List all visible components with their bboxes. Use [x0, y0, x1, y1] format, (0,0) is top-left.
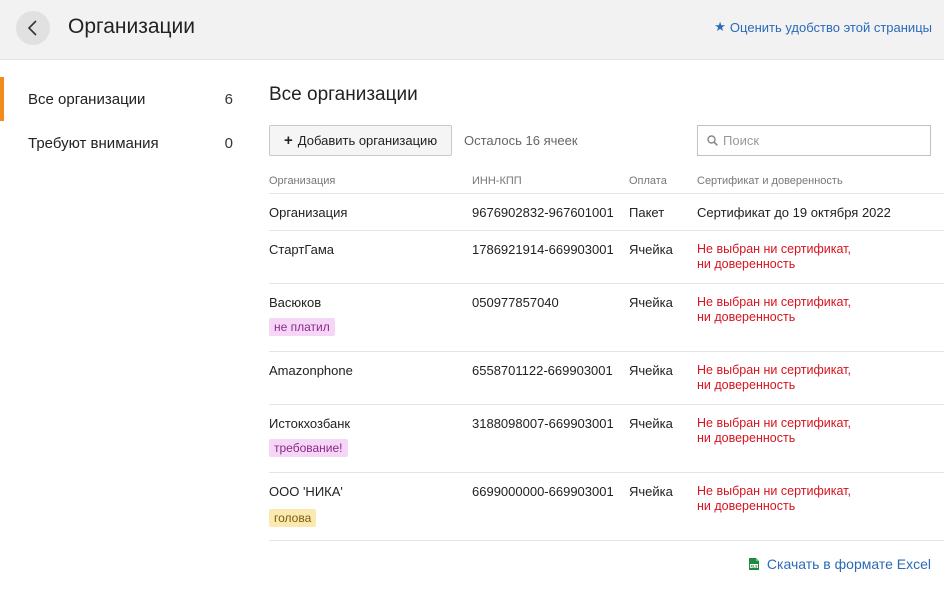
column-header-payment: Оплата [629, 175, 667, 187]
payment-type: Пакет [629, 205, 665, 220]
table-row[interactable]: ООО 'НИКА' голова 6699000000-669903001 Я… [269, 473, 944, 541]
table-header: Организация ИНН-КПП Оплата Сертификат и … [269, 167, 944, 194]
section-title: Все организации [269, 84, 418, 105]
certificate-status[interactable]: Не выбран ни сертификат, ни доверенность [697, 484, 851, 514]
sidebar-item-count: 0 [224, 134, 233, 152]
inn-kpp: 3188098007-669903001 [472, 416, 614, 431]
svg-text:XLS: XLS [750, 564, 758, 568]
search-icon [707, 135, 718, 146]
sidebar-item-need-attention[interactable]: Требуют внимания 0 [0, 121, 250, 165]
main-content: Все организации + Добавить организацию О… [269, 84, 944, 541]
sidebar-item-count: 6 [224, 90, 233, 108]
table-row[interactable]: Васюков не платил 050977857040 Ячейка Не… [269, 284, 944, 352]
status-badge: голова [269, 509, 317, 527]
certificate-status[interactable]: Не выбран ни сертификат, ни доверенность [697, 295, 851, 325]
payment-type: Ячейка [629, 363, 673, 378]
column-header-inn-kpp: ИНН-КПП [472, 175, 522, 187]
certificate-status[interactable]: Не выбран ни сертификат, ни доверенность [697, 363, 851, 393]
certificate-status: Сертификат до 19 октября 2022 [697, 205, 891, 220]
certificate-status-line1: Не выбран ни сертификат, [697, 295, 851, 309]
certificate-status-line2: ни доверенность [697, 431, 796, 445]
download-excel-link[interactable]: XLS Скачать в формате Excel [747, 556, 931, 572]
certificate-status-line2: ни доверенность [697, 499, 796, 513]
organization-name[interactable]: Amazonphone [269, 363, 353, 378]
certificate-status-line2: ни доверенность [697, 310, 796, 324]
organization-name[interactable]: ООО 'НИКА' [269, 484, 343, 499]
certificate-status-line1: Не выбран ни сертификат, [697, 363, 851, 377]
certificate-status[interactable]: Не выбран ни сертификат, ни доверенность [697, 416, 851, 446]
table-row[interactable]: Истокхозбанк требование! 3188098007-6699… [269, 405, 944, 473]
column-header-organization: Организация [269, 175, 336, 187]
organizations-table: Организация ИНН-КПП Оплата Сертификат и … [269, 167, 944, 541]
status-badge: требование! [269, 439, 348, 457]
organization-name[interactable]: СтартГама [269, 242, 334, 257]
back-button[interactable] [16, 11, 50, 45]
download-excel-label: Скачать в формате Excel [766, 556, 931, 572]
inn-kpp: 1786921914-669903001 [472, 242, 614, 257]
inn-kpp: 9676902832-967601001 [472, 205, 614, 220]
organization-name[interactable]: Организация [269, 205, 347, 220]
inn-kpp: 6558701122-669903001 [472, 363, 613, 378]
payment-type: Ячейка [629, 416, 673, 431]
sidebar: Все организации 6 Требуют внимания 0 [0, 77, 250, 165]
toolbar: + Добавить организацию Осталось 16 ячеек [269, 125, 944, 156]
plus-icon: + [284, 132, 293, 149]
certificate-status-line1: Не выбран ни сертификат, [697, 242, 851, 256]
organization-name[interactable]: Истокхозбанк [269, 416, 350, 431]
certificate-status-line1: Не выбран ни сертификат, [697, 484, 851, 498]
inn-kpp: 050977857040 [472, 295, 559, 310]
organization-name[interactable]: Васюков [269, 295, 321, 310]
remaining-cells-text: Осталось 16 ячеек [464, 133, 578, 148]
add-organization-label: Добавить организацию [297, 133, 438, 148]
certificate-status-line2: ни доверенность [697, 378, 796, 392]
inn-kpp: 6699000000-669903001 [472, 484, 614, 499]
add-organization-button[interactable]: + Добавить организацию [269, 125, 453, 156]
sidebar-item-label: Требуют внимания [28, 134, 159, 152]
top-bar: Организации ★ Оценить удобство этой стра… [0, 0, 944, 60]
search-input[interactable] [723, 133, 923, 148]
status-badge: не платил [269, 318, 335, 336]
chevron-left-icon [27, 20, 37, 36]
search-box[interactable] [697, 125, 931, 156]
column-header-certificate: Сертификат и доверенность [697, 175, 843, 187]
table-row[interactable]: Amazonphone 6558701122-669903001 Ячейка … [269, 352, 944, 405]
excel-file-icon: XLS [748, 558, 759, 570]
certificate-status-line2: ни доверенность [697, 257, 796, 271]
page-title: Организации [68, 15, 196, 38]
payment-type: Ячейка [629, 484, 673, 499]
certificate-status-line1: Не выбран ни сертификат, [697, 416, 851, 430]
sidebar-item-all-organizations[interactable]: Все организации 6 [0, 77, 250, 121]
rate-page-label: Оценить удобство этой страницы [729, 19, 932, 35]
payment-type: Ячейка [629, 242, 673, 257]
star-icon: ★ [714, 19, 726, 34]
rate-page-link[interactable]: ★ Оценить удобство этой страницы [714, 19, 932, 35]
table-row[interactable]: СтартГама 1786921914-669903001 Ячейка Не… [269, 231, 944, 284]
sidebar-item-label: Все организации [28, 90, 146, 108]
table-row[interactable]: Организация 9676902832-967601001 Пакет С… [269, 194, 944, 231]
certificate-status[interactable]: Не выбран ни сертификат, ни доверенность [697, 242, 851, 272]
payment-type: Ячейка [629, 295, 673, 310]
